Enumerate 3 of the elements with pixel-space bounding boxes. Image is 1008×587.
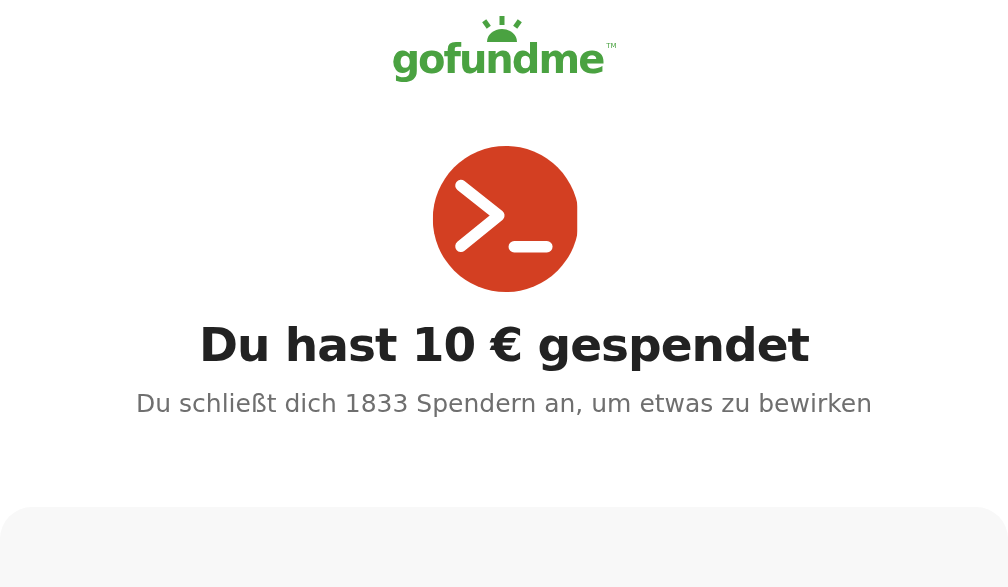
logo-wordmark: gofundme [391, 38, 604, 80]
donation-heading: Du hast 10 € gespendet [198, 316, 810, 374]
donation-subtitle: Du schließt dich 1833 Spendern an, um etwas zu bewirken [136, 388, 872, 420]
